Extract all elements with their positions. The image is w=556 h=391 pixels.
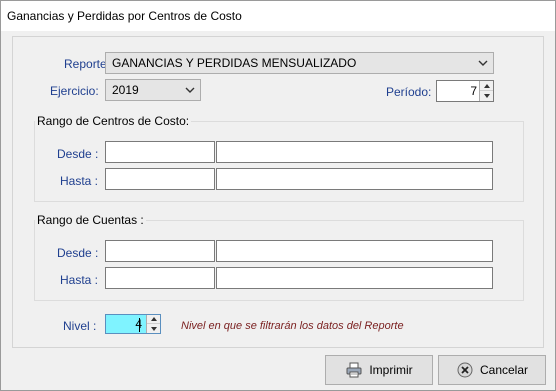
print-button-label: Imprimir [369,363,413,377]
spin-down-icon[interactable] [480,91,493,101]
centros-desde-desc-input[interactable] [216,141,493,163]
ejercicio-value: 2019 [112,83,139,97]
reporte-select[interactable]: GANANCIAS Y PERDIDAS MENSUALIZADO [105,52,494,74]
spin-down-icon[interactable] [147,324,160,333]
ejercicio-select[interactable]: 2019 [105,79,201,101]
report-window: Ganancias y Perdidas por Centros de Cost… [0,0,556,391]
periodo-spinner[interactable]: 7 [436,80,494,102]
centros-desde-label: Desde : [57,147,99,161]
cancel-icon [457,362,473,378]
cuentas-desde-label: Desde : [57,246,99,260]
centros-hasta-desc-input[interactable] [216,168,493,190]
cuentas-hasta-desc-input[interactable] [216,267,493,289]
title-bar: Ganancias y Perdidas por Centros de Cost… [1,1,555,31]
centros-hasta-code-input[interactable] [105,168,215,190]
window-title: Ganancias y Perdidas por Centros de Cost… [7,9,242,23]
cancel-button-label: Cancelar [479,363,529,377]
periodo-value: 7 [470,84,477,98]
print-button[interactable]: Imprimir [325,355,433,385]
periodo-label: Período: [386,85,432,99]
cuentas-hasta-label: Hasta : [60,273,99,287]
cuentas-group-title: Rango de Cuentas : [35,213,146,227]
nivel-label: Nivel : [63,319,97,333]
nivel-hint: Nivel en que se filtrarán los datos del … [181,320,404,332]
nivel-spinner[interactable]: 4 [105,314,161,334]
cancel-button[interactable]: Cancelar [438,355,546,385]
cuentas-desde-code-input[interactable] [105,240,215,262]
chevron-down-icon [478,60,488,66]
centros-group-title: Rango de Centros de Costo: [35,114,192,128]
centros-hasta-label: Hasta : [60,174,99,188]
centros-desde-code-input[interactable] [105,141,215,163]
spin-up-icon[interactable] [147,315,160,324]
text-caret [139,318,140,332]
cuentas-desde-desc-input[interactable] [216,240,493,262]
cuentas-hasta-code-input[interactable] [105,267,215,289]
printer-icon [346,362,362,378]
reporte-value: GANANCIAS Y PERDIDAS MENSUALIZADO [112,56,357,70]
spin-up-icon[interactable] [480,81,493,91]
chevron-down-icon [185,87,195,93]
reporte-label: Reporte: [64,57,111,71]
ejercicio-label: Ejercicio: [50,84,99,98]
